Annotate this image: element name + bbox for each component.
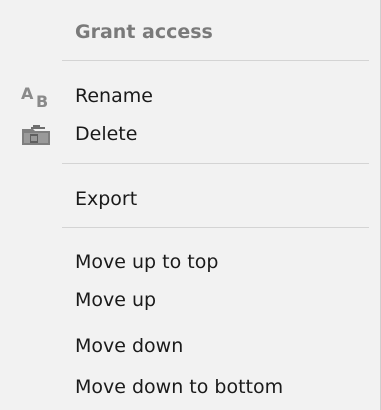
menu-item-export-label: Export	[75, 188, 138, 210]
svg-text:B: B	[36, 92, 48, 108]
menu-item-move-up-to-top-label: Move up to top	[75, 251, 219, 273]
menu-item-rename[interactable]: A B Rename	[0, 76, 370, 116]
menu-item-move-down-to-bottom[interactable]: Move down to bottom	[0, 367, 370, 407]
menu-item-delete[interactable]: Delete	[0, 114, 370, 154]
menu-item-export[interactable]: Export	[0, 179, 370, 219]
menu-item-grant-access-label: Grant access	[75, 21, 213, 43]
menu-item-delete-label: Delete	[75, 123, 138, 145]
menu-separator	[62, 227, 369, 228]
menu-item-move-up-to-top[interactable]: Move up to top	[0, 242, 370, 282]
menu-item-move-down-to-bottom-label: Move down to bottom	[75, 376, 284, 398]
menu-item-move-down-label: Move down	[75, 335, 184, 357]
menu-item-move-down[interactable]: Move down	[0, 326, 370, 366]
menu-item-grant-access: Grant access	[0, 12, 370, 52]
rename-icon: A B	[21, 84, 48, 108]
menu-separator	[62, 60, 369, 61]
menu-item-rename-label: Rename	[75, 85, 153, 107]
context-menu: Grant access A B Rename Delete Export Mo…	[0, 0, 381, 410]
menu-separator	[62, 163, 369, 164]
svg-text:A: A	[21, 84, 34, 103]
menu-item-move-up[interactable]: Move up	[0, 280, 370, 320]
menu-item-move-up-label: Move up	[75, 289, 157, 311]
delete-icon	[22, 125, 50, 145]
